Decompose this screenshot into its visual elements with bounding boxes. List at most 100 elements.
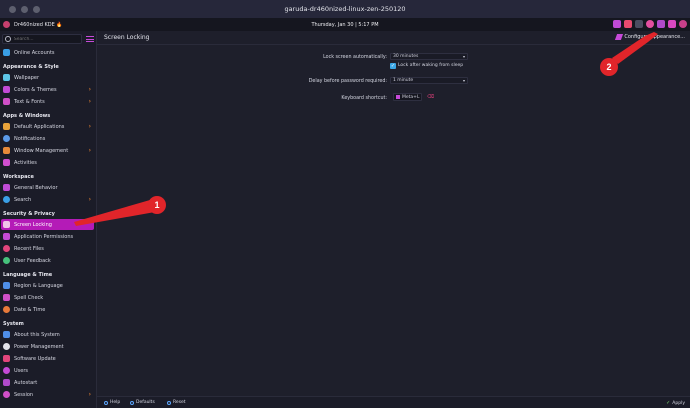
recent-files-icon: [3, 245, 10, 252]
footer-bar: Help Defaults Reset ✓ Apply: [97, 396, 690, 408]
activities-icon: [3, 159, 10, 166]
lock-auto-combo[interactable]: 30 minutes ▾: [390, 53, 468, 60]
tray-shutdown-icon[interactable]: [679, 20, 687, 28]
sidebar-item-label: Window Management: [14, 147, 69, 154]
hamburger-menu-button[interactable]: [85, 34, 95, 44]
sidebar-item-application-permissions[interactable]: Application Permissions: [1, 231, 94, 242]
sidebar-item-date-time[interactable]: Date & Time: [1, 304, 94, 315]
sidebar-item-software-update[interactable]: Software Update: [1, 353, 94, 364]
chevron-right-icon: ›: [88, 98, 91, 105]
delay-combo[interactable]: 1 minute ▾: [390, 77, 468, 84]
sidebar-item-users[interactable]: Users: [1, 365, 94, 376]
main-content: Screen Locking Configure Appearance... L…: [97, 31, 690, 398]
section-title: Workspace: [3, 174, 34, 180]
palette-icon: [3, 86, 10, 93]
sidebar-item-label: About this System: [14, 331, 60, 338]
section-title: Security & Privacy: [3, 211, 55, 217]
online-accounts-icon: [3, 49, 10, 56]
title-bar: garuda-dr460nized-linux-zen-250120: [0, 0, 690, 18]
lock-auto-value: 30 minutes: [393, 54, 419, 59]
defaults-icon: [130, 400, 134, 405]
sidebar-item-online-accounts[interactable]: Online Accounts: [1, 47, 94, 58]
power-icon: [3, 343, 10, 350]
configure-appearance-button[interactable]: Configure Appearance...: [615, 34, 685, 40]
sidebar-item-label: Text & Fonts: [14, 98, 45, 105]
sidebar-item-text-fonts[interactable]: Text & Fonts ›: [1, 96, 94, 107]
font-icon: [3, 98, 10, 105]
sidebar-item-label: Autostart: [14, 379, 38, 386]
sidebar-item-notifications[interactable]: Notifications: [1, 133, 94, 144]
sidebar-item-screen-locking[interactable]: Screen Locking: [1, 219, 94, 230]
pen-icon: [615, 34, 624, 40]
delay-label: Delay before password required:: [308, 78, 387, 84]
sidebar-item-label: Online Accounts: [14, 49, 55, 56]
tray-notification-icon[interactable]: [657, 20, 665, 28]
page-title: Screen Locking: [104, 34, 150, 41]
sidebar-item-label: Session: [14, 391, 34, 398]
clear-shortcut-icon[interactable]: ⌫: [427, 94, 434, 100]
tray-network-icon[interactable]: [635, 20, 643, 28]
reset-button[interactable]: Reset: [167, 400, 186, 405]
sidebar-item-about-system[interactable]: About this System: [1, 329, 94, 340]
section-title: Apps & Windows: [3, 113, 51, 119]
keyboard-icon: [396, 95, 400, 99]
sidebar-item-spell-check[interactable]: Spell Check: [1, 292, 94, 303]
chevron-down-icon: ▾: [462, 54, 465, 59]
sidebar-item-region-language[interactable]: Region & Language: [1, 280, 94, 291]
sidebar-item-wallpaper[interactable]: Wallpaper: [1, 72, 94, 83]
search-icon: [3, 196, 10, 203]
sidebar-item-activities[interactable]: Activities: [1, 157, 94, 168]
sidebar-item-label: Activities: [14, 159, 37, 166]
panel-clock[interactable]: Thursday, Jan 30 | 5:17 PM: [0, 22, 690, 28]
help-label: Help: [110, 400, 121, 405]
sidebar-item-label: Colors & Themes: [14, 86, 57, 93]
sidebar-item-colors-themes[interactable]: Colors & Themes ›: [1, 84, 94, 95]
sidebar-item-label: Spell Check: [14, 294, 44, 301]
shortcut-button[interactable]: Meta+L: [393, 93, 423, 101]
sidebar-item-label: Application Permissions: [14, 233, 74, 240]
chevron-right-icon: ›: [88, 86, 91, 93]
sidebar-item-session[interactable]: Session ›: [1, 389, 94, 400]
sidebar-item-label: Users: [14, 367, 29, 374]
search-box[interactable]: [2, 34, 82, 44]
sidebar-item-label: User Feedback: [14, 257, 51, 264]
tray-volume-icon[interactable]: [624, 20, 632, 28]
tray-power-icon[interactable]: [646, 20, 654, 28]
sidebar-item-general-behavior[interactable]: General Behavior: [1, 182, 94, 193]
tray-chevron-icon[interactable]: [668, 20, 676, 28]
sidebar-item-label: Power Management: [14, 343, 64, 350]
sidebar-item-label: Wallpaper: [14, 74, 40, 81]
sidebar-item-label: Recent Files: [14, 245, 44, 252]
sidebar-item-label: General Behavior: [14, 184, 58, 191]
search-input[interactable]: [13, 36, 81, 42]
sidebar-item-label: Notifications: [14, 135, 46, 142]
sidebar-item-label: Software Update: [14, 355, 56, 362]
clock-icon: [3, 306, 10, 313]
sidebar-item-autostart[interactable]: Autostart: [1, 377, 94, 388]
defaults-button[interactable]: Defaults: [130, 400, 155, 405]
default-apps-icon: [3, 123, 10, 130]
sidebar-item-recent-files[interactable]: Recent Files: [1, 243, 94, 254]
sidebar-item-label: Default Applications: [14, 123, 65, 130]
apply-button[interactable]: ✓ Apply: [666, 400, 685, 406]
help-button[interactable]: Help: [104, 400, 120, 405]
apply-label: Apply: [672, 400, 685, 406]
tray-app-icon[interactable]: [613, 20, 621, 28]
autostart-icon: [3, 379, 10, 386]
chevron-right-icon: ›: [88, 123, 91, 130]
sidebar-item-default-applications[interactable]: Default Applications ›: [1, 121, 94, 132]
bell-icon: [3, 135, 10, 142]
chevron-down-icon: ▾: [462, 78, 465, 83]
spell-check-icon: [3, 294, 10, 301]
shortcut-value: Meta+L: [402, 94, 420, 100]
sidebar-item-user-feedback[interactable]: User Feedback: [1, 255, 94, 266]
sidebar-item-window-management[interactable]: Window Management ›: [1, 145, 94, 156]
lock-after-sleep-checkbox[interactable]: ✓: [390, 63, 396, 69]
system-settings-window: garuda-dr460nized-linux-zen-250120 Dr460…: [0, 0, 690, 408]
sidebar-item-power-management[interactable]: Power Management: [1, 341, 94, 352]
defaults-label: Defaults: [136, 400, 155, 405]
sidebar-item-search[interactable]: Search ›: [1, 194, 94, 205]
content-header: Screen Locking Configure Appearance...: [97, 31, 690, 45]
sidebar: Online Accounts Appearance & Style Wallp…: [0, 31, 97, 408]
lock-icon: [3, 221, 10, 228]
